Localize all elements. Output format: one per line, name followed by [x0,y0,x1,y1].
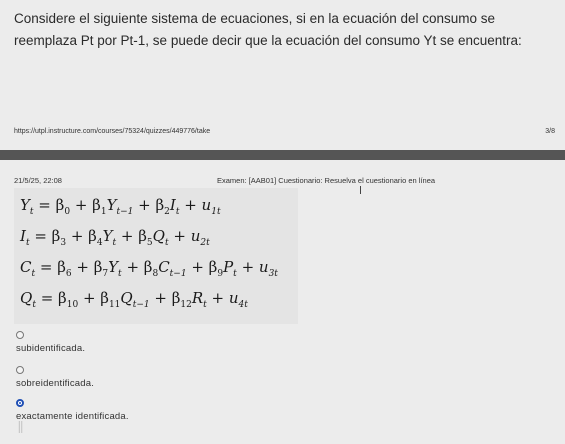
page-counter: 3/8 [545,128,555,135]
option-radio-subidentificada[interactable] [16,331,24,339]
option-label-exactamente-identificada[interactable]: exactamente identificada. [16,411,129,422]
question-text: Considere el siguiente sistema de ecuaci… [14,11,522,48]
page-url: https://utpl.instructure.com/courses/753… [14,128,211,135]
equation-1: Yt = β0 + β1Yt−1 + β2It + u1t [20,196,221,217]
url-footer: https://utpl.instructure.com/courses/753… [14,128,555,135]
option-radio-exactamente-identificada[interactable] [16,399,24,407]
text-cursor-icon [360,186,367,194]
option-radio-sobreidentificada[interactable] [16,366,24,374]
equation-3: Ct = β6 + β7Yt + β8Ct−1 + β9Pt + u3t [20,258,278,279]
equation-2: It = β3 + β4Yt + β5Qt + u2t [20,227,210,248]
page-divider [0,150,565,160]
exam-title: Examen: [AAB01] Cuestionario: Resuelva e… [217,176,436,185]
drag-handle-icon[interactable]: ⁝⁝ ⁝⁝ [18,421,23,435]
equation-system: Yt = β0 + β1Yt−1 + β2It + u1t It = β3 + … [14,188,298,324]
option-label-subidentificada[interactable]: subidentificada. [16,343,85,354]
timestamp: 21/5/25, 22:08 [14,176,62,185]
option-label-sobreidentificada[interactable]: sobreidentificada. [16,378,94,389]
equation-4: Qt = β10 + β11Qt−1 + β12Rt + u4t [20,289,248,310]
